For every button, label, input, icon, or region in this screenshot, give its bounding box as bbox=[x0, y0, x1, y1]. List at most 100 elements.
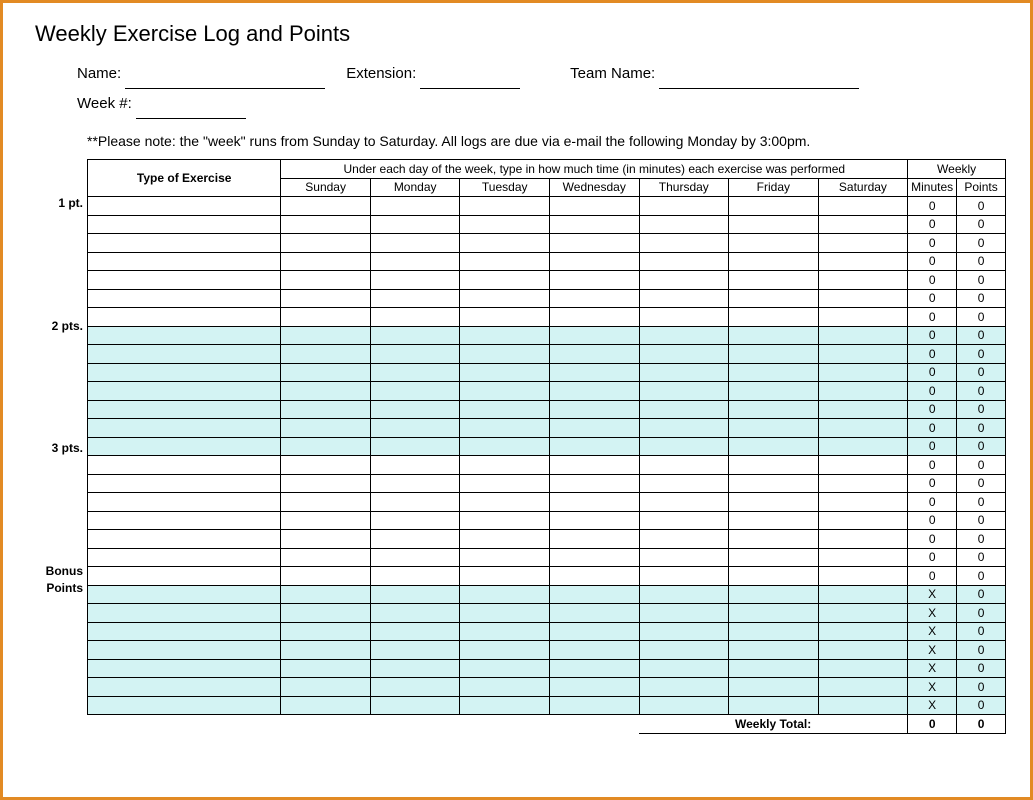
extension-input-line[interactable] bbox=[420, 73, 520, 89]
exercise-type-cell[interactable] bbox=[88, 363, 281, 382]
name-input-line[interactable] bbox=[125, 73, 325, 89]
minutes-cell[interactable] bbox=[639, 326, 729, 345]
exercise-type-cell[interactable] bbox=[88, 419, 281, 438]
exercise-type-cell[interactable] bbox=[88, 548, 281, 567]
minutes-cell[interactable] bbox=[281, 641, 371, 660]
minutes-cell[interactable] bbox=[370, 345, 460, 364]
minutes-cell[interactable] bbox=[549, 437, 639, 456]
exercise-type-cell[interactable] bbox=[88, 382, 281, 401]
minutes-cell[interactable] bbox=[639, 197, 729, 216]
minutes-cell[interactable] bbox=[639, 585, 729, 604]
minutes-cell[interactable] bbox=[639, 493, 729, 512]
minutes-cell[interactable] bbox=[549, 659, 639, 678]
minutes-cell[interactable] bbox=[639, 234, 729, 253]
minutes-cell[interactable] bbox=[818, 234, 908, 253]
minutes-cell[interactable] bbox=[549, 585, 639, 604]
exercise-type-cell[interactable] bbox=[88, 345, 281, 364]
minutes-cell[interactable] bbox=[370, 567, 460, 586]
minutes-cell[interactable] bbox=[281, 345, 371, 364]
minutes-cell[interactable] bbox=[818, 456, 908, 475]
minutes-cell[interactable] bbox=[729, 215, 819, 234]
minutes-cell[interactable] bbox=[460, 252, 550, 271]
minutes-cell[interactable] bbox=[281, 400, 371, 419]
exercise-type-cell[interactable] bbox=[88, 641, 281, 660]
minutes-cell[interactable] bbox=[639, 567, 729, 586]
minutes-cell[interactable] bbox=[818, 363, 908, 382]
exercise-type-cell[interactable] bbox=[88, 530, 281, 549]
minutes-cell[interactable] bbox=[639, 419, 729, 438]
minutes-cell[interactable] bbox=[729, 308, 819, 327]
minutes-cell[interactable] bbox=[549, 548, 639, 567]
minutes-cell[interactable] bbox=[729, 289, 819, 308]
minutes-cell[interactable] bbox=[639, 252, 729, 271]
minutes-cell[interactable] bbox=[370, 622, 460, 641]
minutes-cell[interactable] bbox=[549, 530, 639, 549]
exercise-type-cell[interactable] bbox=[88, 308, 281, 327]
minutes-cell[interactable] bbox=[370, 215, 460, 234]
minutes-cell[interactable] bbox=[549, 493, 639, 512]
minutes-cell[interactable] bbox=[460, 437, 550, 456]
minutes-cell[interactable] bbox=[549, 326, 639, 345]
minutes-cell[interactable] bbox=[549, 474, 639, 493]
minutes-cell[interactable] bbox=[460, 493, 550, 512]
minutes-cell[interactable] bbox=[818, 678, 908, 697]
minutes-cell[interactable] bbox=[460, 345, 550, 364]
minutes-cell[interactable] bbox=[818, 215, 908, 234]
minutes-cell[interactable] bbox=[818, 197, 908, 216]
minutes-cell[interactable] bbox=[549, 197, 639, 216]
minutes-cell[interactable] bbox=[549, 511, 639, 530]
minutes-cell[interactable] bbox=[460, 474, 550, 493]
minutes-cell[interactable] bbox=[729, 437, 819, 456]
exercise-type-cell[interactable] bbox=[88, 622, 281, 641]
minutes-cell[interactable] bbox=[818, 419, 908, 438]
minutes-cell[interactable] bbox=[460, 641, 550, 660]
minutes-cell[interactable] bbox=[460, 419, 550, 438]
minutes-cell[interactable] bbox=[818, 474, 908, 493]
minutes-cell[interactable] bbox=[818, 308, 908, 327]
minutes-cell[interactable] bbox=[818, 511, 908, 530]
minutes-cell[interactable] bbox=[281, 622, 371, 641]
minutes-cell[interactable] bbox=[281, 456, 371, 475]
minutes-cell[interactable] bbox=[818, 548, 908, 567]
minutes-cell[interactable] bbox=[460, 215, 550, 234]
minutes-cell[interactable] bbox=[281, 197, 371, 216]
minutes-cell[interactable] bbox=[549, 604, 639, 623]
minutes-cell[interactable] bbox=[818, 289, 908, 308]
minutes-cell[interactable] bbox=[370, 437, 460, 456]
minutes-cell[interactable] bbox=[639, 530, 729, 549]
exercise-type-cell[interactable] bbox=[88, 493, 281, 512]
minutes-cell[interactable] bbox=[818, 345, 908, 364]
exercise-type-cell[interactable] bbox=[88, 456, 281, 475]
minutes-cell[interactable] bbox=[370, 234, 460, 253]
minutes-cell[interactable] bbox=[460, 382, 550, 401]
minutes-cell[interactable] bbox=[281, 567, 371, 586]
minutes-cell[interactable] bbox=[460, 308, 550, 327]
minutes-cell[interactable] bbox=[281, 511, 371, 530]
minutes-cell[interactable] bbox=[460, 567, 550, 586]
minutes-cell[interactable] bbox=[549, 456, 639, 475]
exercise-type-cell[interactable] bbox=[88, 659, 281, 678]
minutes-cell[interactable] bbox=[639, 400, 729, 419]
minutes-cell[interactable] bbox=[729, 456, 819, 475]
minutes-cell[interactable] bbox=[370, 530, 460, 549]
minutes-cell[interactable] bbox=[729, 326, 819, 345]
minutes-cell[interactable] bbox=[370, 456, 460, 475]
minutes-cell[interactable] bbox=[729, 345, 819, 364]
exercise-type-cell[interactable] bbox=[88, 215, 281, 234]
minutes-cell[interactable] bbox=[549, 345, 639, 364]
minutes-cell[interactable] bbox=[460, 696, 550, 715]
minutes-cell[interactable] bbox=[729, 622, 819, 641]
minutes-cell[interactable] bbox=[729, 382, 819, 401]
minutes-cell[interactable] bbox=[370, 474, 460, 493]
minutes-cell[interactable] bbox=[549, 678, 639, 697]
exercise-type-cell[interactable] bbox=[88, 585, 281, 604]
minutes-cell[interactable] bbox=[818, 585, 908, 604]
minutes-cell[interactable] bbox=[460, 456, 550, 475]
minutes-cell[interactable] bbox=[639, 215, 729, 234]
minutes-cell[interactable] bbox=[370, 493, 460, 512]
minutes-cell[interactable] bbox=[729, 474, 819, 493]
minutes-cell[interactable] bbox=[729, 493, 819, 512]
minutes-cell[interactable] bbox=[460, 326, 550, 345]
minutes-cell[interactable] bbox=[549, 289, 639, 308]
minutes-cell[interactable] bbox=[549, 419, 639, 438]
